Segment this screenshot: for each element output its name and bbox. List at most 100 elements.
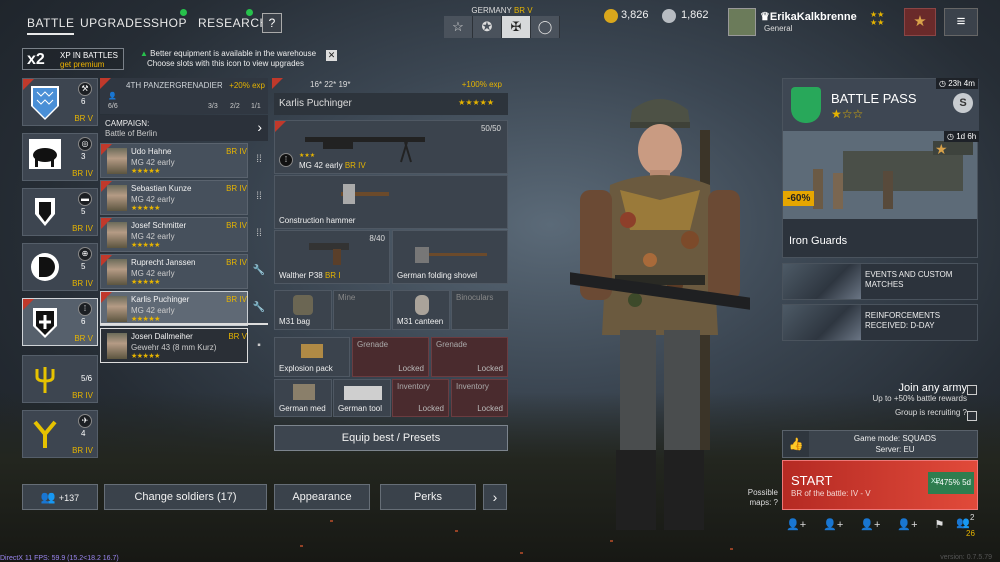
item-slot-bag[interactable]: M31 bag bbox=[274, 290, 332, 330]
appearance-button[interactable]: Appearance bbox=[274, 484, 370, 510]
soldier-row[interactable]: Udo Hahne BR IV MG 42 early ★★★★★ bbox=[100, 143, 248, 178]
soldier-stars: ★★★★★ bbox=[131, 316, 160, 323]
locked-label: Locked bbox=[477, 364, 503, 373]
join-reward: Up to +50% battle rewards bbox=[872, 394, 968, 403]
rank-badge-icon[interactable]: ★ bbox=[904, 8, 936, 36]
soldier-row[interactable]: Ruprecht Janssen BR IV MG 42 early ★★★★★ bbox=[100, 254, 248, 289]
group-recruiting-checkbox[interactable] bbox=[967, 411, 977, 421]
nation-cross-icon[interactable]: ✠ bbox=[502, 16, 531, 38]
game-mode-panel[interactable]: 👍 Game mode: SQUADS Server: EU bbox=[782, 430, 978, 458]
event-reinforcements[interactable]: REINFORCEMENTS RECEIVED: D-DAY bbox=[782, 304, 978, 341]
join-any-army: Join any army Up to +50% battle rewards … bbox=[873, 382, 968, 417]
change-soldiers-button[interactable]: Change soldiers (17) bbox=[104, 484, 267, 510]
soldier-row-selected[interactable]: Karlis Puchinger BR IV MG 42 early ★★★★★ bbox=[100, 291, 248, 326]
premium-xp-banner[interactable]: x2 XP IN BATTLES get premium bbox=[22, 48, 124, 70]
sidearm-slot[interactable]: 8/40 Walther P38 BR I bbox=[274, 230, 390, 284]
next-button[interactable]: › bbox=[483, 484, 507, 510]
player-avatar[interactable] bbox=[728, 8, 756, 36]
soldier-portrait bbox=[107, 259, 127, 285]
soldier-name-bar[interactable]: Karlis Puchinger ★★★★★ bbox=[274, 93, 508, 115]
inventory-slot-locked[interactable]: Inventory Locked bbox=[392, 379, 449, 417]
silver-coin-icon bbox=[662, 9, 676, 23]
campaign-label: CAMPAIGN: bbox=[105, 119, 150, 128]
join-label: Join any army bbox=[898, 382, 967, 394]
invite-player-icon[interactable]: 👤+ bbox=[786, 518, 806, 531]
tab-research[interactable]: RESEARCH bbox=[198, 16, 269, 30]
possible-maps[interactable]: Possible maps: ? bbox=[740, 488, 778, 508]
tool-slot[interactable]: German folding shovel bbox=[392, 230, 508, 284]
equip-best-button[interactable]: Equip best / Presets bbox=[274, 425, 508, 451]
tank-icon: ▬ bbox=[78, 192, 92, 206]
item-slot-mine[interactable]: Mine bbox=[333, 290, 391, 330]
nation-star-icon[interactable]: ☆ bbox=[444, 16, 473, 38]
soldier-row[interactable]: Josef Schmitter BR IV MG 42 early ★★★★★ bbox=[100, 217, 248, 252]
squad-count: 6 bbox=[81, 97, 86, 106]
item-slot-med[interactable]: German med bbox=[274, 379, 332, 417]
group-count: 2 bbox=[970, 513, 975, 522]
squad-br: BR V bbox=[74, 334, 93, 343]
squad-count: 3 bbox=[81, 152, 86, 161]
tab-battle[interactable]: BATTLE bbox=[27, 16, 75, 35]
invite-player-icon[interactable]: 👤+ bbox=[860, 518, 880, 531]
soldier-row[interactable]: Josen Dallmeiher BR V Gewehr 43 (8 mm Kur… bbox=[100, 328, 248, 363]
squad-card[interactable]: ◎ 3 BR IV bbox=[22, 133, 98, 181]
squad-card[interactable]: ▬ 5 BR IV bbox=[22, 188, 98, 236]
notice-line1: Better equipment is available in the war… bbox=[150, 49, 317, 58]
primary-weapon-slot[interactable]: 50/50 ⁞ ★★★ MG 42 early BR IV bbox=[274, 120, 508, 174]
sidearm-name: Walther P38 BR I bbox=[279, 271, 341, 280]
members-icon: 👤 bbox=[108, 93, 117, 100]
soldier-stats: 16* 22* 19* +100% exp bbox=[272, 78, 508, 92]
pistol-image bbox=[309, 243, 349, 265]
squad-card[interactable]: 5/6 BR IV bbox=[22, 355, 98, 403]
menu-button[interactable]: ≡ bbox=[944, 8, 978, 36]
tab-upgrades[interactable]: UPGRADES bbox=[80, 16, 151, 30]
nation-selector: ☆ ✪ ✠ ◯ bbox=[444, 16, 560, 38]
slot-label: German tool bbox=[338, 404, 383, 413]
invite-player-icon[interactable]: 👤+ bbox=[897, 518, 917, 531]
shop-notification-dot bbox=[180, 9, 187, 16]
help-button[interactable]: ? bbox=[262, 13, 282, 33]
shovel-image bbox=[415, 247, 487, 263]
melee-slot[interactable]: Construction hammer bbox=[274, 175, 508, 229]
event-label: REINFORCEMENTS RECEIVED: D-DAY bbox=[865, 311, 941, 330]
squad-card[interactable]: ✈ 4 BR IV bbox=[22, 410, 98, 458]
item-slot-explosion[interactable]: Explosion pack bbox=[274, 337, 350, 377]
invite-player-icon[interactable]: 👤+ bbox=[823, 518, 843, 531]
battle-pass-panel[interactable]: BATTLE PASS ★☆☆ S -60% ★ Iron Guards bbox=[782, 78, 979, 258]
nation-badge-icon[interactable]: ✪ bbox=[473, 16, 502, 38]
friends-count: +137 bbox=[58, 493, 80, 503]
slot-label: M31 canteen bbox=[397, 317, 444, 326]
squad-card[interactable]: ⚒ 6 BR V bbox=[22, 78, 98, 126]
thumbs-up-icon[interactable]: 👍 bbox=[783, 431, 809, 457]
soldier-br: BR IV bbox=[226, 295, 247, 304]
item-slot-tool[interactable]: German tool bbox=[333, 379, 391, 417]
nation-circle-icon[interactable]: ◯ bbox=[531, 16, 560, 38]
discount-badge: -60% bbox=[783, 191, 815, 206]
friends-button[interactable]: 👥 +137 bbox=[22, 484, 98, 510]
soldier-model bbox=[570, 99, 750, 530]
grenade-slot-locked[interactable]: Grenade Locked bbox=[352, 337, 429, 377]
group-icon[interactable]: 👥 bbox=[956, 516, 970, 529]
event-custom-matches[interactable]: EVENTS AND CUSTOM MATCHES bbox=[782, 263, 978, 300]
item-slot-binoculars[interactable]: Binoculars bbox=[451, 290, 509, 330]
flag-icon[interactable]: ⚑ bbox=[935, 518, 945, 531]
campaign-selector[interactable]: CAMPAIGN: Battle of Berlin › bbox=[100, 115, 268, 141]
research-notification-dot bbox=[246, 9, 253, 16]
squad-card-selected[interactable]: ⁞ 6 BR V bbox=[22, 298, 98, 346]
bavaria-emblem-icon bbox=[31, 86, 59, 120]
slot-label: Inventory bbox=[397, 382, 430, 391]
grenade-slot-locked[interactable]: Grenade Locked bbox=[431, 337, 508, 377]
wrench-icon: 🔧 bbox=[252, 265, 266, 276]
player-name[interactable]: ♛ErikaKalkbrenne bbox=[760, 10, 857, 23]
tab-shop[interactable]: SHOP bbox=[151, 16, 187, 30]
perks-button[interactable]: Perks bbox=[380, 484, 476, 510]
close-notice-button[interactable]: ✕ bbox=[326, 50, 337, 61]
battle-pass-logo-icon bbox=[791, 87, 821, 123]
squad-card[interactable]: ⊕ 5 BR IV bbox=[22, 243, 98, 291]
inventory-slot-locked[interactable]: Inventory Locked bbox=[451, 379, 508, 417]
join-any-army-checkbox[interactable] bbox=[967, 385, 977, 395]
soldier-name: Josef Schmitter bbox=[131, 221, 187, 230]
soldier-row[interactable]: Sebastian Kunze BR IV MG 42 early ★★★★★ bbox=[100, 180, 248, 215]
item-slot-canteen[interactable]: M31 canteen bbox=[392, 290, 450, 330]
soldier-weapon: MG 42 early bbox=[131, 232, 175, 241]
